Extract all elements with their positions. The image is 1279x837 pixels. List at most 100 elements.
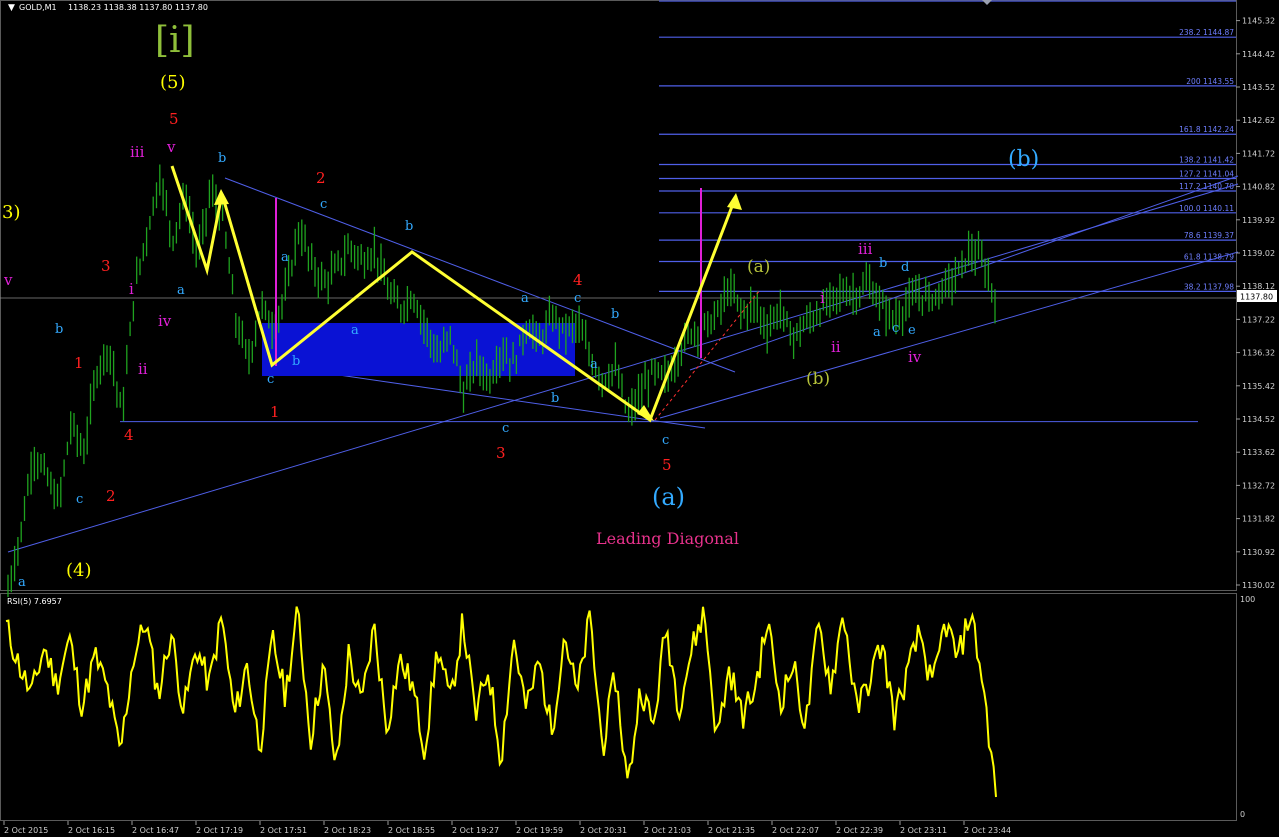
consolidation-box — [262, 323, 575, 376]
cyan-label: c — [76, 492, 83, 507]
wave-b-paren-blue: (b) — [1008, 147, 1039, 172]
fib-level-label: 127.2 1141.04 — [1179, 169, 1234, 178]
price-tick-label: 1141.72 — [1242, 149, 1275, 158]
magenta-label: iv — [158, 312, 172, 330]
fib-level-label: 138.2 1141.42 — [1179, 155, 1234, 164]
chart-menu-arrow-icon[interactable]: ▼ — [8, 3, 15, 13]
degree-i-label: [i] — [155, 20, 195, 61]
price-tick-label: 1135.42 — [1242, 382, 1275, 391]
rsi-line — [5, 606, 997, 798]
price-tick-label: 1130.92 — [1242, 548, 1275, 557]
red-label: 3 — [496, 444, 506, 462]
time-tick-label: 2 Oct 22:07 — [772, 826, 819, 835]
time-tick-label: 2 Oct 16:47 — [132, 826, 179, 835]
cyan-label: b — [55, 322, 63, 337]
chart-window: ▼ GOLD,M1 1138.23 1138.38 1137.80 1137.8… — [0, 0, 1277, 835]
time-axis: 2 Oct 2015 2 Oct 16:15 2 Oct 16:47 2 Oct 17… — [3, 821, 1011, 835]
time-tick-label: 2 Oct 23:11 — [900, 826, 947, 835]
price-tick-label: 1132.72 — [1242, 481, 1275, 490]
time-tick-label: 2 Oct 21:35 — [708, 826, 755, 835]
price-tick-label: 1144.42 — [1242, 50, 1275, 59]
current-price-label: 1137.80 — [1240, 293, 1273, 302]
time-tick-label: 2 Oct 17:19 — [196, 826, 243, 835]
fibonacci-levels: 261.8 1145.85 238.2 1144.87 200 1143.55 161… — [659, 0, 1236, 292]
cyan-label: c — [574, 291, 581, 306]
magenta-label: i — [820, 289, 825, 307]
yellow-wave-path — [170, 165, 738, 423]
cyan-label: b — [218, 151, 226, 166]
red-label: 2 — [106, 487, 116, 505]
red-label: 5 — [169, 110, 179, 128]
magenta-label: ii — [831, 338, 841, 356]
price-tick-label: 1139.02 — [1242, 249, 1275, 258]
red-label: 2 — [316, 169, 326, 187]
fib-level-label: 117.2 1140.70 — [1179, 182, 1234, 191]
rsi-panel — [5, 606, 997, 798]
red-label: 4 — [573, 271, 583, 289]
price-tick-label: 1142.62 — [1242, 116, 1275, 125]
cyan-label: c — [892, 321, 899, 336]
rsi-tick-100: 100 — [1240, 595, 1255, 604]
cyan-label: a — [18, 575, 26, 590]
symbol-timeframe: GOLD,M1 — [19, 3, 57, 12]
price-tick-label: 1130.02 — [1242, 581, 1275, 590]
cyan-label: b — [405, 219, 413, 234]
red-label: 3 — [101, 257, 111, 275]
candlesticks — [7, 164, 996, 597]
magenta-label: ii — [138, 360, 148, 378]
wave-b-paren-olive: (b) — [806, 369, 830, 389]
red-label: 4 — [124, 426, 134, 444]
magenta-label: iv — [908, 348, 922, 366]
cyan-label: c — [662, 433, 669, 448]
time-tick-label: 2 Oct 16:15 — [68, 826, 115, 835]
time-tick-label: 2 Oct 18:23 — [324, 826, 371, 835]
cyan-label: c — [502, 421, 509, 436]
time-tick-label: 2 Oct 21:03 — [644, 826, 691, 835]
price-tick-label: 1131.82 — [1242, 515, 1275, 524]
price-tick-label: 1139.92 — [1242, 216, 1275, 225]
time-tick-label: 2 Oct 20:31 — [580, 826, 627, 835]
rsi-title: RSI(5) 7.6957 — [7, 597, 62, 606]
ohlc-values: 1138.23 1138.38 1137.80 1137.80 — [68, 3, 208, 12]
time-tick-label: 2 Oct 19:59 — [516, 826, 563, 835]
price-tick-label: 1145.32 — [1242, 17, 1275, 26]
price-panel-border — [0, 0, 1237, 591]
price-tick-label: 1140.82 — [1242, 183, 1275, 192]
cyan-label: b — [551, 391, 559, 406]
price-tick-label: 1136.32 — [1242, 349, 1275, 358]
time-tick-label: 2 Oct 23:44 — [964, 826, 1011, 835]
rsi-tick-0: 0 — [1240, 810, 1245, 819]
cyan-label: a — [351, 323, 359, 338]
price-tick-label: 1138.12 — [1242, 282, 1275, 291]
time-tick-label: 2 Oct 22:39 — [836, 826, 883, 835]
cyan-label: c — [320, 197, 327, 212]
time-tick-label: 2 Oct 17:51 — [260, 826, 307, 835]
time-tick-label: 2 Oct 19:27 — [452, 826, 499, 835]
cyan-label: e — [908, 323, 916, 338]
time-tick-label: 2 Oct 18:55 — [388, 826, 435, 835]
cyan-label: d — [901, 260, 909, 275]
wave-a-paren-olive: (a) — [747, 257, 770, 277]
shift-marker-icon[interactable] — [982, 0, 992, 5]
fib-level-label: 238.2 1144.87 — [1179, 28, 1234, 37]
wave-annotations: [i] (5) (4) 3) (a) (b) (a) (b) Leading D… — [2, 20, 1039, 590]
price-axis: 1145.32 1144.42 1143.52 1142.62 1141.72 1140.… — [1236, 17, 1275, 590]
price-tick-label: 1134.52 — [1242, 415, 1275, 424]
fib-level-label: 261.8 1145.85 — [1179, 0, 1234, 1]
time-tick-label: 2 Oct 2015 — [4, 826, 48, 835]
yellow-arrow-head — [727, 193, 742, 210]
wave-3-paren: 3) — [2, 202, 20, 223]
red-label: 1 — [270, 403, 280, 421]
cyan-label: b — [292, 354, 300, 369]
cyan-label: a — [177, 283, 185, 298]
cyan-label: a — [873, 325, 881, 340]
wave-a-paren: (a) — [652, 483, 685, 511]
price-tick-label: 1137.22 — [1242, 315, 1275, 324]
fib-level-label: 78.6 1139.37 — [1184, 231, 1234, 240]
cyan-label: b — [879, 256, 887, 271]
red-label: 5 — [662, 456, 672, 474]
magenta-label: iii — [858, 240, 873, 258]
magenta-label: i — [129, 280, 134, 298]
cyan-label: a — [590, 357, 598, 372]
cyan-label: c — [267, 372, 274, 387]
